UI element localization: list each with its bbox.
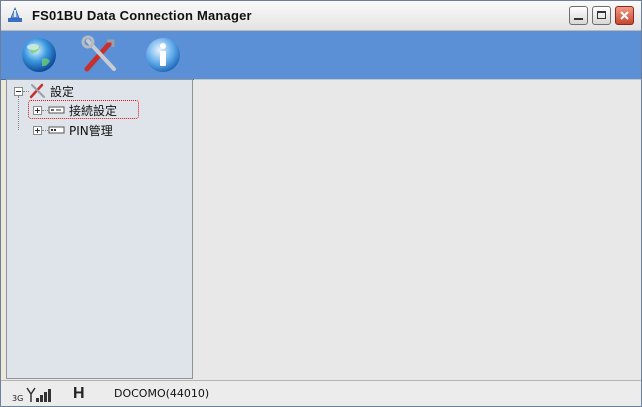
expand-icon[interactable]: [33, 125, 42, 135]
tree-node-settings[interactable]: 設定: [14, 82, 74, 100]
status-bar: 3G H DOCOMO(44010): [1, 380, 641, 406]
window-title: FS01BU Data Connection Manager: [32, 8, 252, 23]
tree-label-settings: 設定: [50, 84, 75, 99]
tree-node-pin-management[interactable]: PIN管理: [33, 121, 113, 139]
globe-icon: [22, 38, 56, 72]
toolbar: [1, 31, 641, 80]
app-icon: [8, 7, 22, 22]
globe-button[interactable]: [18, 35, 60, 75]
info-icon: [146, 38, 180, 72]
content-area: [194, 79, 641, 380]
settings-tree-panel: 設定 接続設定 PIN管理: [6, 79, 193, 379]
carrier-label: DOCOMO(44010): [114, 387, 210, 400]
minimize-icon: [574, 18, 583, 20]
info-button[interactable]: [142, 35, 184, 75]
hsdpa-indicator: H: [73, 385, 85, 402]
pin-icon: [48, 126, 65, 134]
collapse-icon[interactable]: [14, 86, 23, 96]
settings-tools-icon: [29, 83, 45, 99]
title-bar[interactable]: FS01BU Data Connection Manager: [1, 1, 641, 31]
app-window: FS01BU Data Connection Manager 設定 接続設定 P…: [0, 0, 642, 407]
maximize-button[interactable]: [592, 6, 611, 25]
tree-label-pin-management: PIN管理: [69, 123, 113, 138]
close-button[interactable]: [615, 6, 634, 25]
close-icon: [620, 11, 629, 20]
maximize-icon: [597, 11, 606, 19]
network-type-label: 3G: [12, 394, 24, 403]
tools-icon: [81, 35, 116, 72]
focus-rectangle: [28, 100, 139, 119]
minimize-button[interactable]: [569, 6, 588, 25]
signal-bars-icon: [26, 387, 51, 402]
tools-button[interactable]: [80, 35, 122, 75]
